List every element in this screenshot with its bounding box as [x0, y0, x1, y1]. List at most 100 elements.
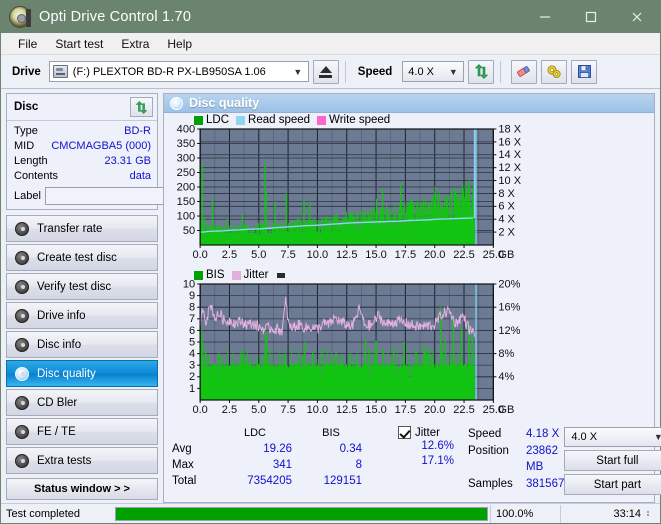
disc-row-type: Type BD-R: [14, 124, 151, 139]
erase-button[interactable]: [511, 59, 538, 84]
status-bar: Test completed 100.0% 33:14: [1, 503, 660, 523]
menu-help[interactable]: Help: [158, 35, 201, 53]
legend-label-write-speed: Write speed: [329, 114, 391, 126]
svg-text:20%: 20%: [498, 278, 520, 290]
svg-text:12.5: 12.5: [336, 249, 357, 261]
disc-icon: [15, 395, 29, 410]
disc-icon: [15, 279, 29, 294]
stats-table: LDC BIS Avg 19.26 0.34 Max 341 8 Total 7…: [166, 426, 398, 497]
close-icon[interactable]: [614, 1, 660, 33]
menu-file[interactable]: File: [9, 35, 46, 53]
sidebar-item-fe-te[interactable]: FE / TE: [6, 418, 158, 445]
stats-row-avg-bis: 0.34: [339, 443, 362, 455]
chevron-down-icon: ▼: [653, 432, 661, 442]
svg-text:3: 3: [189, 360, 195, 372]
svg-text:20.0: 20.0: [424, 404, 445, 416]
legend-label-jitter: Jitter: [243, 269, 269, 281]
sidebar-item-extra-tests[interactable]: Extra tests: [6, 447, 158, 474]
sidebar: Disc Type BD-R MID CMCMAGBA5 (000) Lengt…: [6, 93, 243, 503]
disc-row-mid-key: MID: [14, 140, 35, 152]
jitter-checkbox[interactable]: [398, 426, 411, 439]
svg-text:200: 200: [177, 181, 195, 193]
svg-text:17.5: 17.5: [395, 249, 416, 261]
disc-properties: Type BD-R MID CMCMAGBA5 (000) Length 23.…: [7, 121, 243, 209]
menu-start-test[interactable]: Start test: [46, 35, 112, 53]
disc-icon: [15, 366, 29, 381]
status-window-button[interactable]: Status window > >: [6, 478, 158, 500]
svg-text:0.0: 0.0: [192, 249, 207, 261]
sidebar-item-label: Drive info: [37, 309, 86, 322]
bis-jitter-chart[interactable]: 1 2 3 4 5 6 7 8 9 10 4% 8% 12% 16% 20% 0.0 2.5 5.0 7.5 10.0…: [166, 278, 652, 425]
sidebar-item-create-test-disc[interactable]: Create test disc: [6, 244, 158, 271]
svg-text:20.0: 20.0: [424, 249, 445, 261]
disc-row-mid: MID CMCMAGBA5 (000): [14, 139, 151, 154]
resize-grip[interactable]: [646, 510, 660, 517]
test-speed-select[interactable]: 4.0 X ▼: [564, 427, 661, 447]
sidebar-item-label: CD Bler: [37, 396, 78, 409]
start-part-button[interactable]: Start part: [564, 474, 661, 495]
stats-row-avg-ldc: 19.26: [263, 443, 292, 455]
sidebar-item-disc-quality[interactable]: Disc quality: [6, 360, 158, 387]
maximize-icon[interactable]: [568, 1, 614, 33]
disc-refresh-button[interactable]: [130, 97, 153, 117]
ldc-chart[interactable]: 50 100 150 200 250 300 350 400 2 X4 X6 X8 X 10 X1…: [166, 123, 652, 268]
settings-button[interactable]: [541, 59, 568, 84]
disc-row-type-value: BD-R: [124, 125, 151, 137]
sidebar-item-label: Create test disc: [37, 251, 117, 264]
svg-text:2.5: 2.5: [222, 404, 237, 416]
svg-text:7.5: 7.5: [280, 249, 295, 261]
minimize-icon[interactable]: [522, 1, 568, 33]
sidebar-item-disc-info[interactable]: Disc info: [6, 331, 158, 358]
gears-icon: [547, 65, 561, 78]
start-full-button[interactable]: Start full: [564, 450, 661, 471]
drive-select[interactable]: (F:) PLEXTOR BD-R PX-LB950SA 1.06 ▼: [48, 61, 309, 82]
sidebar-item-verify-test-disc[interactable]: Verify test disc: [6, 273, 158, 300]
refresh-button[interactable]: [468, 59, 495, 84]
disc-icon: [15, 221, 29, 236]
main-panel: Disc quality LDC Read speed Write speed …: [163, 93, 661, 503]
sidebar-item-drive-info[interactable]: Drive info: [6, 302, 158, 329]
svg-text:5: 5: [189, 336, 195, 348]
svg-text:150: 150: [177, 196, 195, 208]
drive-label: Drive: [12, 65, 41, 78]
disc-panel-title: Disc: [14, 101, 39, 113]
drive-select-value: (F:) PLEXTOR BD-R PX-LB950SA 1.06: [72, 65, 266, 78]
disc-row-length-key: Length: [14, 155, 48, 167]
stats-panel: LDC BIS Avg 19.26 0.34 Max 341 8 Total 7…: [166, 425, 661, 497]
svg-text:2 X: 2 X: [498, 227, 515, 239]
sidebar-item-transfer-rate[interactable]: Transfer rate: [6, 215, 158, 242]
app-window: Opti Drive Control 1.70 File Start test …: [0, 0, 661, 524]
save-floppy-icon: [577, 65, 591, 78]
stats-row-avg-key: Avg: [172, 443, 192, 455]
svg-text:1: 1: [189, 383, 195, 395]
save-button[interactable]: [571, 59, 598, 84]
bis-chart-canvas[interactable]: 12345678910 4% 8% 12% 16% 20% 0.0 2.5 5.0 7.5 10.0…: [166, 278, 652, 422]
svg-text:16 X: 16 X: [498, 136, 521, 148]
svg-text:7: 7: [189, 313, 195, 325]
ldc-chart-canvas[interactable]: 501001502002503003504002 X4 X6 X8 X10 X1…: [166, 123, 652, 265]
eject-button[interactable]: [312, 59, 339, 84]
svg-text:10 X: 10 X: [498, 175, 521, 187]
legend-swatch-jitter: [231, 270, 241, 280]
svg-text:6 X: 6 X: [498, 201, 515, 213]
title-bar: Opti Drive Control 1.70: [1, 1, 660, 33]
menu-extra[interactable]: Extra: [112, 35, 158, 53]
svg-text:4: 4: [189, 348, 195, 360]
speed-select[interactable]: 4.0 X ▼: [402, 61, 465, 82]
disc-icon: [15, 453, 29, 468]
test-speed-value: 4.0 X: [571, 431, 598, 443]
legend-item-read-speed: Read speed: [236, 114, 310, 126]
svg-text:4 X: 4 X: [498, 214, 515, 226]
measure-position-key: Position: [468, 445, 509, 457]
sidebar-item-label: Transfer rate: [37, 222, 103, 235]
toolbar-divider: [344, 60, 346, 83]
svg-text:15.0: 15.0: [365, 249, 386, 261]
legend-item-bis: BIS: [194, 269, 225, 281]
eraser-icon: [517, 66, 531, 77]
bis-chart-legend: BIS Jitter: [166, 268, 652, 282]
svg-text:6: 6: [189, 325, 195, 337]
main-header-title: Disc quality: [189, 96, 260, 110]
sidebar-item-cd-bler[interactable]: CD Bler: [6, 389, 158, 416]
legend-item-jitter: Jitter: [231, 269, 269, 281]
refresh-green-arrows-icon: [135, 100, 148, 114]
